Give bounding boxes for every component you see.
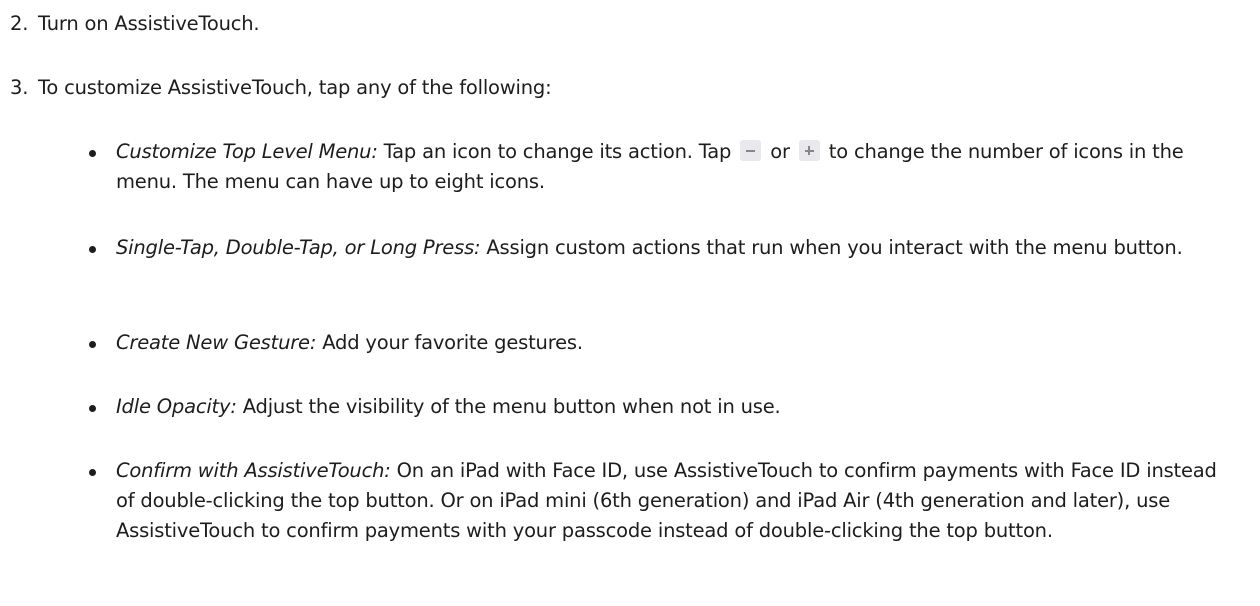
list-item-customize-top-level-menu: Customize Top Level Menu: Tap an icon to…	[89, 137, 1239, 197]
list-item-text: Assign custom actions that run when you …	[480, 236, 1183, 259]
bullet-dot	[89, 246, 96, 253]
step-3: 3. To customize AssistiveTouch, tap any o…	[10, 73, 552, 103]
list-item-term: Single-Tap, Double-Tap, or Long Press:	[116, 236, 481, 259]
list-item-confirm-with-assistivetouch: Confirm with AssistiveTouch: On an iPad …	[89, 456, 1239, 546]
list-item-body: Customize Top Level Menu: Tap an icon to…	[116, 137, 1239, 197]
bullet-dot	[89, 469, 96, 476]
list-item-body: Single-Tap, Double-Tap, or Long Press: A…	[116, 233, 1239, 263]
minus-icon	[740, 140, 762, 161]
list-item-idle-opacity: Idle Opacity: Adjust the visibility of t…	[89, 392, 1239, 422]
list-item-term: Customize Top Level Menu:	[116, 140, 378, 163]
step-number: 2.	[10, 12, 29, 35]
list-item-text: or	[764, 140, 796, 163]
list-item-text: Add your favorite gestures.	[316, 331, 583, 354]
list-item-body: Idle Opacity: Adjust the visibility of t…	[116, 392, 1239, 422]
list-item-body: Create New Gesture: Add your favorite ge…	[116, 328, 1239, 358]
bullet-dot	[89, 150, 96, 157]
list-item-term: Confirm with AssistiveTouch:	[116, 459, 391, 482]
list-item-term: Create New Gesture:	[116, 331, 317, 354]
step-2: 2. Turn on AssistiveTouch.	[10, 9, 260, 39]
list-item-body: Confirm with AssistiveTouch: On an iPad …	[116, 456, 1239, 546]
list-item-create-new-gesture: Create New Gesture: Add your favorite ge…	[89, 328, 1239, 358]
plus-icon	[798, 140, 820, 161]
list-item-term: Idle Opacity:	[116, 395, 237, 418]
bullet-dot	[89, 341, 96, 348]
step-text: To customize AssistiveTouch, tap any of …	[38, 76, 552, 99]
list-item-text: Tap an icon to change its action. Tap	[377, 140, 738, 163]
bullet-dot	[89, 405, 96, 412]
list-item-single-double-long-press: Single-Tap, Double-Tap, or Long Press: A…	[89, 233, 1239, 263]
step-number: 3.	[10, 76, 29, 99]
step-text: Turn on AssistiveTouch.	[38, 12, 260, 35]
list-item-text: Adjust the visibility of the menu button…	[236, 395, 781, 418]
